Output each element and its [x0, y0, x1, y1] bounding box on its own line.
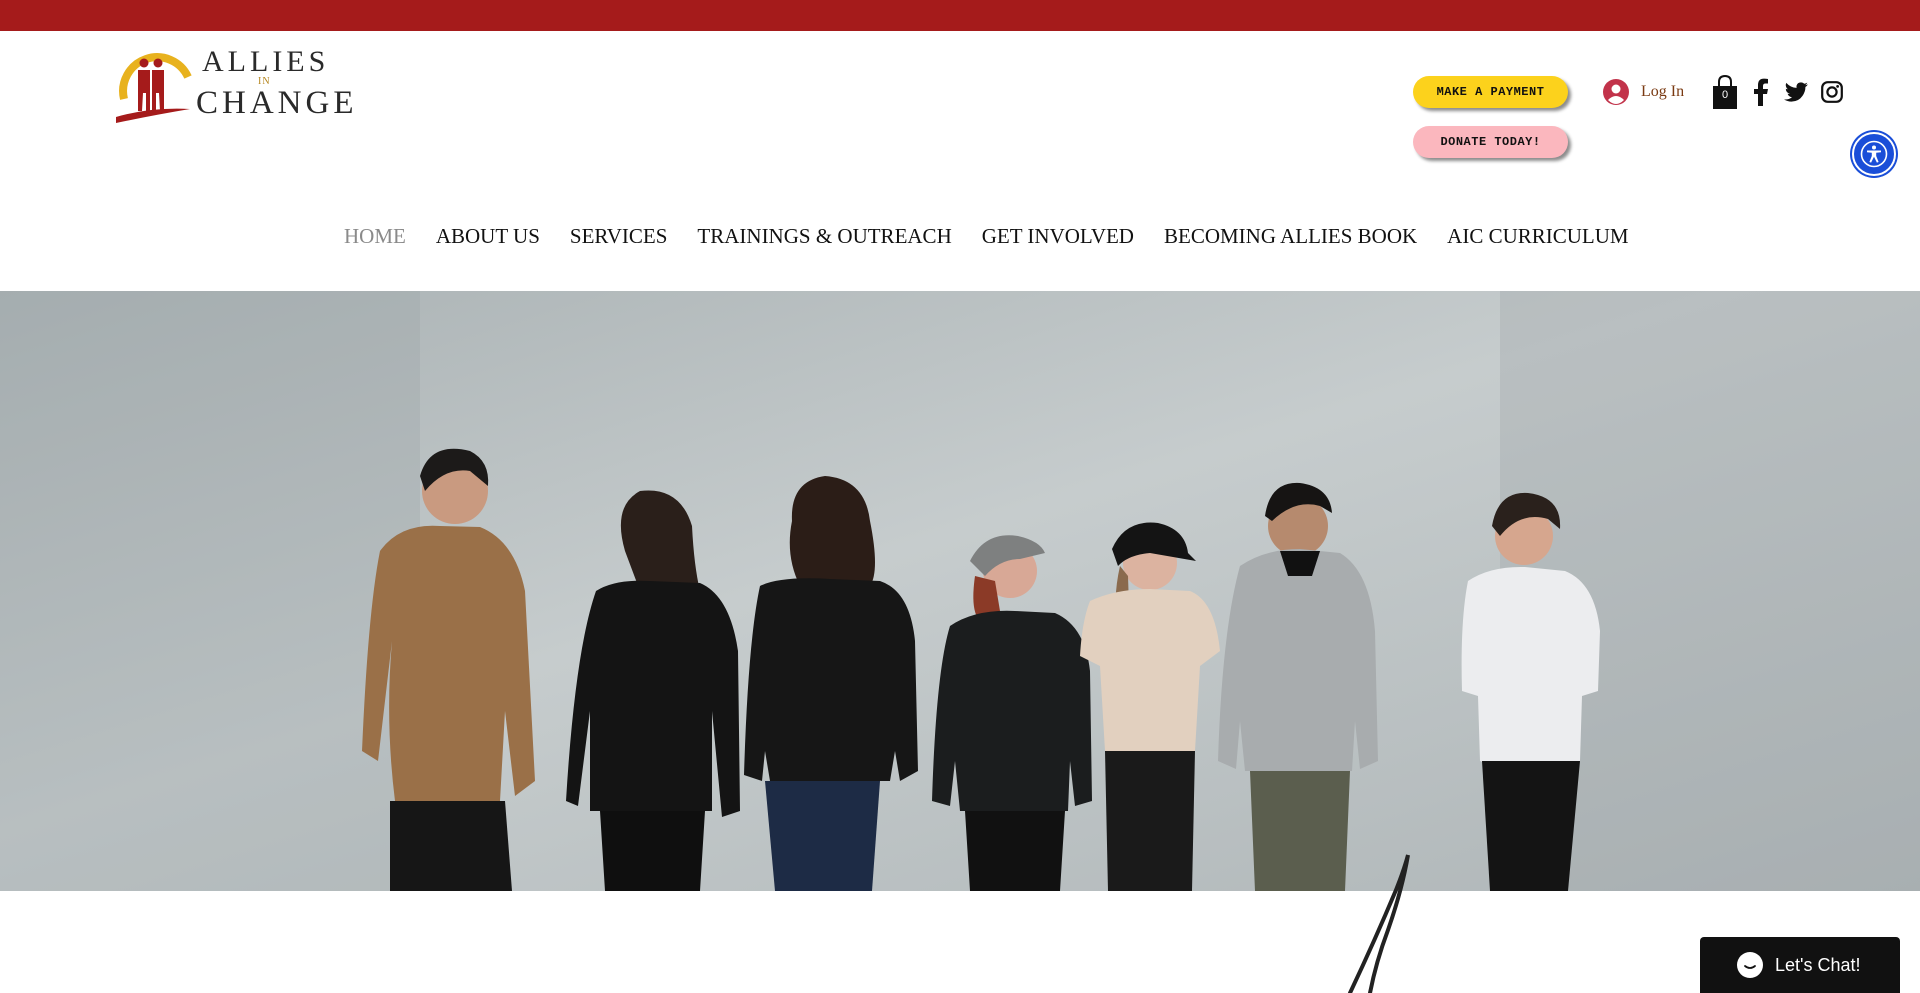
nav-item-get-involved[interactable]: GET INVOLVED	[967, 221, 1149, 251]
login-label: Log In	[1641, 83, 1685, 100]
logo-wordmark: ALLIES IN CHANGE	[196, 45, 358, 121]
twitter-icon	[1784, 82, 1808, 102]
donate-button[interactable]: DONATE TODAY!	[1413, 126, 1568, 158]
cart-count: 0	[1721, 89, 1729, 101]
nav-item-about-us[interactable]: ABOUT US	[421, 221, 555, 251]
top-banner-bar	[0, 0, 1920, 31]
nav-item-home[interactable]: HOME	[344, 221, 421, 251]
chat-widget-button[interactable]: Let's Chat!	[1700, 937, 1900, 993]
site-logo[interactable]: ALLIES IN CHANGE	[110, 45, 358, 127]
instagram-icon	[1821, 81, 1843, 103]
make-payment-button[interactable]: MAKE A PAYMENT	[1413, 76, 1568, 108]
two-figures-sun-icon	[116, 53, 192, 123]
hero-image	[0, 291, 1920, 891]
twitter-link[interactable]	[1784, 79, 1808, 105]
nav-item-becoming-allies-book[interactable]: BECOMING ALLIES BOOK	[1149, 221, 1432, 251]
accessibility-button[interactable]	[1852, 132, 1896, 176]
login-link[interactable]: Log In	[1603, 77, 1684, 107]
decorative-scribble	[1348, 854, 1410, 993]
chat-label: Let's Chat!	[1775, 954, 1861, 975]
group-of-friends-photo	[0, 291, 1920, 891]
accessibility-icon	[1860, 140, 1888, 168]
nav-item-trainings-outreach[interactable]: TRAININGS & OUTREACH	[682, 221, 966, 251]
main-nav: HOME ABOUT US SERVICES TRAININGS & OUTRE…	[344, 221, 1644, 251]
nav-item-aic-curriculum[interactable]: AIC CURRICULUM	[1432, 221, 1643, 251]
instagram-link[interactable]	[1820, 79, 1844, 105]
logo-line-allies: ALLIES	[202, 45, 330, 78]
shopping-cart[interactable]: 0	[1711, 74, 1739, 109]
nav-item-services[interactable]: SERVICES	[555, 221, 683, 251]
logo-line-change: CHANGE	[196, 85, 358, 121]
facebook-icon	[1754, 78, 1768, 106]
facebook-link[interactable]	[1749, 78, 1773, 106]
chat-bubble-icon	[1737, 952, 1763, 978]
user-avatar-icon	[1603, 79, 1629, 105]
